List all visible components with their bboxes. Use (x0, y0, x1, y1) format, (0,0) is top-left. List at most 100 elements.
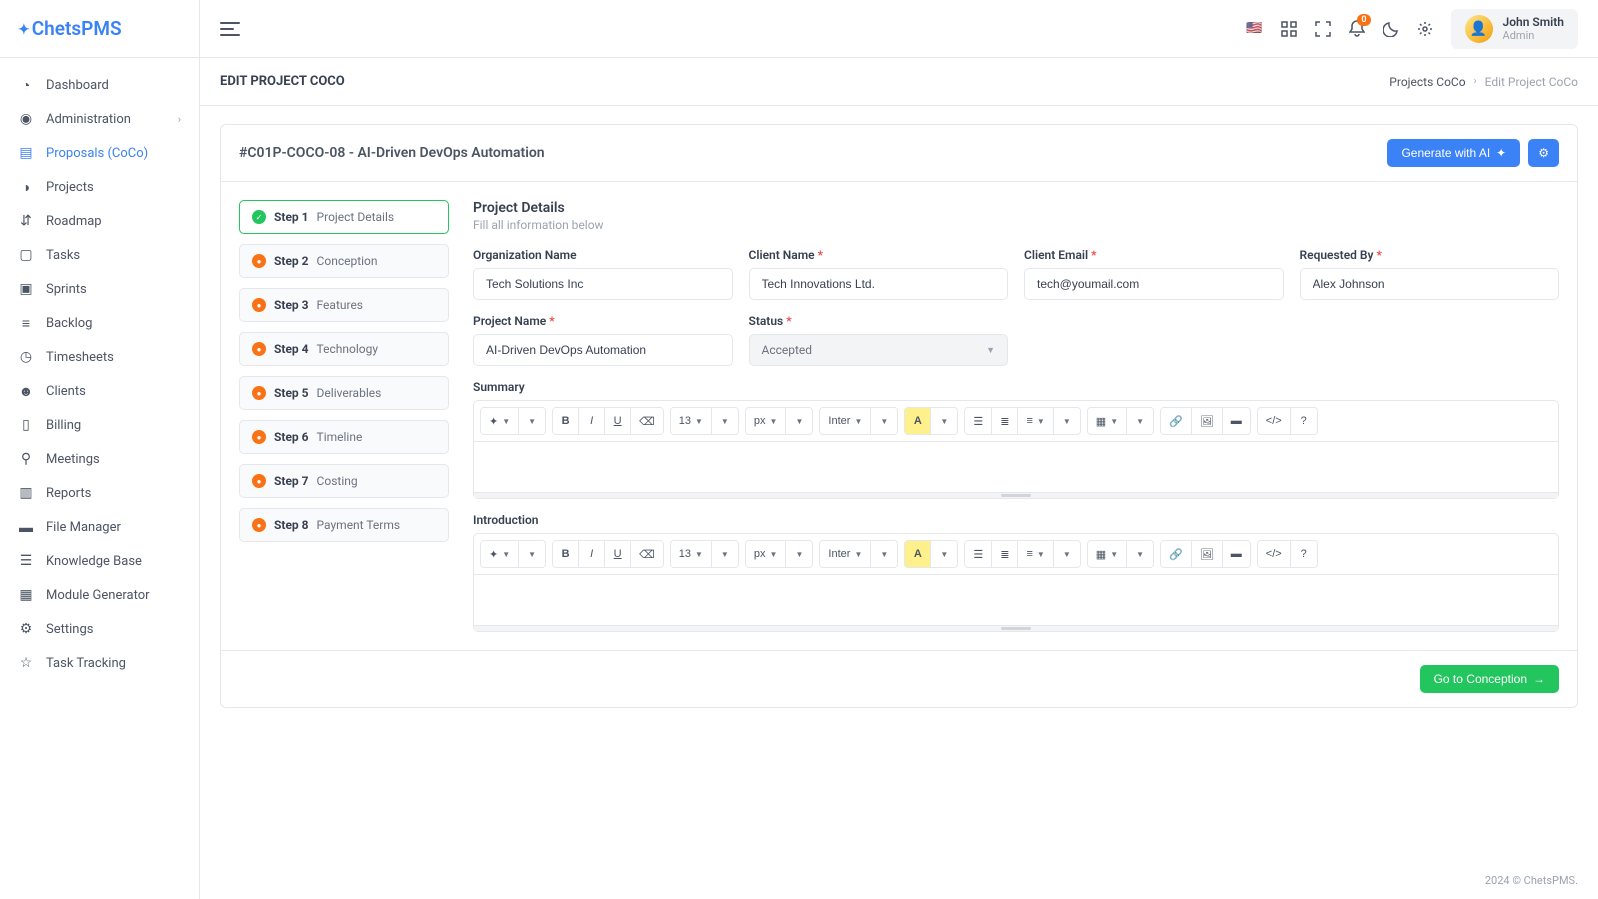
resize-handle[interactable] (474, 492, 1558, 498)
fullscreen-icon[interactable] (1315, 21, 1331, 37)
sidebar-item-filemanager[interactable]: ▬File Manager (0, 510, 199, 544)
moon-icon[interactable] (1383, 21, 1399, 37)
link-button[interactable]: 🔗 (1161, 408, 1192, 434)
magic-button[interactable]: ✦▼ (481, 541, 519, 567)
link-button[interactable]: 🔗 (1161, 541, 1192, 567)
fontsize-dd[interactable]: ▼ (712, 408, 738, 434)
fontsize-button[interactable]: 13 ▼ (671, 541, 712, 567)
table-button[interactable]: ▦ ▼ (1088, 408, 1127, 434)
erase-button[interactable]: ⌫ (631, 541, 663, 567)
video-button[interactable]: ▬ (1223, 408, 1250, 434)
table-button[interactable]: ▦ ▼ (1088, 541, 1127, 567)
magic-button[interactable]: ✦▼ (481, 408, 519, 434)
underline-button[interactable]: U (605, 541, 631, 567)
font-button[interactable]: Inter ▼ (820, 408, 871, 434)
step-conception[interactable]: ●Step 2Conception (239, 244, 449, 278)
step-payment-terms[interactable]: ●Step 8Payment Terms (239, 508, 449, 542)
step-timeline[interactable]: ●Step 6Timeline (239, 420, 449, 454)
image-button[interactable]: 🖼 (1192, 408, 1223, 434)
sidebar-item-billing[interactable]: ▯Billing (0, 408, 199, 442)
email-input[interactable] (1024, 268, 1284, 300)
sidebar-item-tasktracking[interactable]: ☆Task Tracking (0, 646, 199, 680)
logo[interactable]: ✦ChetsPMS (0, 0, 199, 58)
step-technology[interactable]: ●Step 4Technology (239, 332, 449, 366)
status-select[interactable]: Accepted▼ (749, 334, 1009, 366)
step-deliverables[interactable]: ●Step 5Deliverables (239, 376, 449, 410)
dropdown-button[interactable]: ▼ (519, 408, 545, 434)
sidebar-item-timesheets[interactable]: ◷Timesheets (0, 340, 199, 374)
font-dd[interactable]: ▼ (871, 408, 897, 434)
sidebar-item-reports[interactable]: ▥Reports (0, 476, 199, 510)
table-dd[interactable]: ▼ (1127, 408, 1153, 434)
unit-button[interactable]: px ▼ (746, 408, 787, 434)
bell-icon[interactable]: 0 (1349, 20, 1365, 38)
textcolor-button[interactable]: A (905, 541, 931, 567)
settings-button[interactable]: ⚙ (1528, 139, 1559, 167)
sidebar-item-sprints[interactable]: ▣Sprints (0, 272, 199, 306)
flag-us-icon[interactable]: 🇺🇸 (1246, 21, 1262, 36)
user-menu[interactable]: 👤 John Smith Admin (1451, 9, 1578, 49)
sidebar-item-knowledgebase[interactable]: ☰Knowledge Base (0, 544, 199, 578)
settings-icon[interactable] (1417, 21, 1433, 37)
ol-button[interactable]: ≣ (992, 541, 1018, 567)
ol-button[interactable]: ≣ (992, 408, 1018, 434)
apps-icon[interactable] (1281, 21, 1297, 37)
step-features[interactable]: ●Step 3Features (239, 288, 449, 322)
sidebar-item-roadmap[interactable]: ⇵Roadmap (0, 204, 199, 238)
textcolor-dd[interactable]: ▼ (931, 408, 957, 434)
resize-handle[interactable] (474, 625, 1558, 631)
unit-button[interactable]: px ▼ (746, 541, 787, 567)
sidebar-item-clients[interactable]: ☻Clients (0, 374, 199, 408)
sidebar-item-backlog[interactable]: ≡Backlog (0, 306, 199, 340)
intro-textarea[interactable] (474, 575, 1558, 625)
align-button[interactable]: ≡ ▼ (1018, 541, 1053, 567)
breadcrumb-parent[interactable]: Projects CoCo (1389, 75, 1465, 89)
sidebar-item-proposals[interactable]: ▤Proposals (CoCo) (0, 136, 199, 170)
sidebar-item-settings[interactable]: ⚙Settings (0, 612, 199, 646)
code-button[interactable]: </> (1258, 408, 1291, 434)
font-dd[interactable]: ▼ (871, 541, 897, 567)
ul-button[interactable]: ☰ (965, 408, 992, 434)
dropdown-button[interactable]: ▼ (519, 541, 545, 567)
sidebar: ✦ChetsPMS ◔Dashboard ◉Administration› ▤P… (0, 0, 200, 899)
menu-toggle[interactable] (220, 22, 240, 36)
bold-button[interactable]: B (553, 541, 579, 567)
unit-dd[interactable]: ▼ (786, 408, 812, 434)
italic-button[interactable]: I (579, 541, 605, 567)
table-dd[interactable]: ▼ (1127, 541, 1153, 567)
bold-button[interactable]: B (553, 408, 579, 434)
align-dd[interactable]: ▼ (1054, 408, 1080, 434)
italic-button[interactable]: I (579, 408, 605, 434)
help-button[interactable]: ? (1291, 408, 1317, 434)
font-button[interactable]: Inter ▼ (820, 541, 871, 567)
requested-input[interactable] (1300, 268, 1560, 300)
video-button[interactable]: ▬ (1223, 541, 1250, 567)
ul-button[interactable]: ☰ (965, 541, 992, 567)
code-button[interactable]: </> (1258, 541, 1291, 567)
summary-textarea[interactable] (474, 442, 1558, 492)
step-costing[interactable]: ●Step 7Costing (239, 464, 449, 498)
align-button[interactable]: ≡ ▼ (1018, 408, 1053, 434)
unit-dd[interactable]: ▼ (786, 541, 812, 567)
sidebar-item-meetings[interactable]: ⚲Meetings (0, 442, 199, 476)
sidebar-item-administration[interactable]: ◉Administration› (0, 102, 199, 136)
generate-ai-button[interactable]: Generate with AI✦ (1387, 139, 1520, 167)
underline-button[interactable]: U (605, 408, 631, 434)
textcolor-button[interactable]: A (905, 408, 931, 434)
image-button[interactable]: 🖼 (1192, 541, 1223, 567)
fontsize-button[interactable]: 13 ▼ (671, 408, 712, 434)
next-button[interactable]: Go to Conception→ (1420, 665, 1559, 693)
step-project-details[interactable]: ✓Step 1Project Details (239, 200, 449, 234)
sidebar-item-dashboard[interactable]: ◔Dashboard (0, 68, 199, 102)
textcolor-dd[interactable]: ▼ (931, 541, 957, 567)
fontsize-dd[interactable]: ▼ (712, 541, 738, 567)
align-dd[interactable]: ▼ (1054, 541, 1080, 567)
erase-button[interactable]: ⌫ (631, 408, 663, 434)
project-input[interactable] (473, 334, 733, 366)
sidebar-item-modulegen[interactable]: ▦Module Generator (0, 578, 199, 612)
sidebar-item-projects[interactable]: ◑Projects (0, 170, 199, 204)
help-button[interactable]: ? (1291, 541, 1317, 567)
client-input[interactable] (749, 268, 1009, 300)
org-input[interactable] (473, 268, 733, 300)
sidebar-item-tasks[interactable]: ▢Tasks (0, 238, 199, 272)
